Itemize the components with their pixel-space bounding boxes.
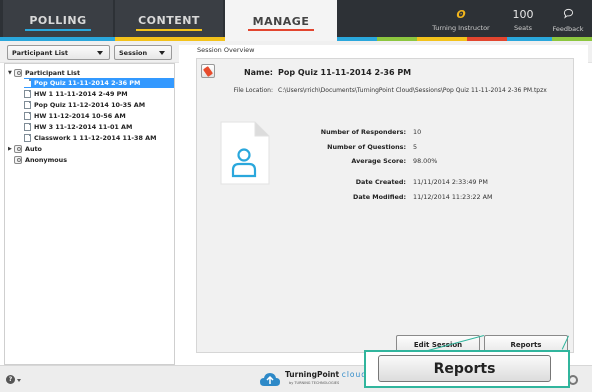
session-overview-heading: Session Overview (197, 46, 255, 54)
session-file-icon (24, 101, 31, 109)
file-location-label: File Location: (233, 87, 273, 94)
feedback-button[interactable]: Feedback (544, 0, 592, 41)
tab-manage-underline (248, 29, 314, 31)
stat-value-responders: 10 (413, 128, 422, 136)
tree-item-session[interactable]: Pop Quiz 11-11-2014 2-36 PM (24, 78, 174, 88)
stat-label-average-score: Average Score: (351, 157, 406, 165)
tab-polling-label: POLLING (29, 14, 87, 27)
group-icon (14, 156, 22, 164)
tree-group-auto[interactable]: ▶ Auto (8, 144, 42, 154)
stat-label-responders: Number of Responders: (320, 128, 406, 136)
pencil-icon (202, 66, 214, 77)
tab-polling-underline (25, 29, 91, 31)
participant-list-dropdown[interactable]: Participant List (7, 45, 110, 60)
tree-item-label: HW 1 11-11-2014 2-49 PM (34, 90, 128, 98)
stat-value-date-created: 11/11/2014 2:33:49 PM (413, 178, 488, 186)
brand-subtitle: by TURNING TECHNOLOGIES (289, 381, 340, 385)
edit-name-button[interactable] (201, 64, 215, 78)
tab-content-label: CONTENT (138, 14, 200, 27)
participant-list-dropdown-label: Participant List (12, 48, 68, 57)
turningpoint-cloud-logo-icon (259, 370, 281, 388)
chevron-down-icon[interactable] (17, 379, 21, 382)
seats-indicator[interactable]: 100 Seats (502, 0, 544, 41)
group-icon (14, 69, 22, 77)
stat-value-average-score: 98.00% (413, 157, 438, 165)
stat-value-date-modified: 11/12/2014 11:23:22 AM (413, 193, 493, 201)
tree-group-label: Anonymous (25, 156, 68, 164)
session-name-value: Pop Quiz 11-11-2014 2-36 PM (278, 68, 412, 77)
tree-item-session[interactable]: HW 11-12-2014 10-56 AM (24, 111, 126, 121)
turning-instructor-button[interactable]: ʘ Turning Instructor (418, 0, 504, 41)
tree-item-label: HW 3 11-12-2014 11-01 AM (34, 123, 133, 131)
help-icon[interactable]: ? (6, 375, 15, 384)
session-file-icon (24, 134, 31, 142)
name-label: Name: (243, 68, 273, 77)
reports-callout-button[interactable]: Reports (378, 355, 551, 382)
tab-manage-label: MANAGE (252, 14, 310, 28)
tree-item-label: HW 11-12-2014 10-56 AM (34, 112, 126, 120)
session-document-icon (220, 121, 270, 185)
chevron-down-icon (97, 51, 103, 55)
session-file-icon (24, 112, 31, 120)
session-file-icon (24, 79, 31, 87)
feedback-icon (563, 8, 574, 22)
session-details-box (196, 58, 574, 353)
stat-label-date-modified: Date Modified: (353, 193, 406, 201)
tree-group-label: Participant List (25, 69, 81, 77)
tab-manage[interactable]: MANAGE (225, 0, 337, 42)
tree-group-participant-list[interactable]: ▼ Participant List (8, 68, 80, 78)
stat-label-date-created: Date Created: (355, 178, 406, 186)
tab-polling[interactable]: POLLING (3, 0, 113, 41)
brand-main: TurningPoint (285, 370, 340, 379)
group-icon (14, 145, 22, 153)
tree-item-session[interactable]: Classwork 1 11-12-2014 11-38 AM (24, 133, 156, 143)
feedback-label: Feedback (552, 25, 584, 33)
stat-value-questions: 5 (413, 143, 418, 151)
session-dropdown[interactable]: Session (114, 45, 172, 60)
tree-item-session[interactable]: HW 1 11-11-2014 2-49 PM (24, 89, 128, 99)
instructor-label: Turning Instructor (432, 24, 490, 32)
seats-count: 100 (512, 8, 534, 21)
tree-group-label: Auto (25, 145, 42, 153)
stat-label-questions: Number of Questions: (327, 143, 406, 151)
session-file-icon (24, 123, 31, 131)
chevron-down-icon (159, 51, 165, 55)
tree-item-label: Classwork 1 11-12-2014 11-38 AM (34, 134, 157, 142)
brand-name: TurningPoint cloud (285, 370, 367, 379)
tree-item-label: Pop Quiz 11-12-2014 10-35 AM (34, 101, 146, 109)
seats-label: Seats (513, 24, 533, 32)
turning-logo-icon: ʘ (456, 8, 466, 21)
session-dropdown-label: Session (119, 48, 148, 57)
tree-group-anonymous[interactable]: Anonymous (8, 155, 67, 165)
tab-content-underline (136, 29, 202, 31)
file-location-value: C:\Users\rrich\Documents\TurningPoint Cl… (278, 87, 547, 94)
tree-item-session[interactable]: Pop Quiz 11-12-2014 10-35 AM (24, 100, 145, 110)
tab-content[interactable]: CONTENT (115, 0, 223, 41)
tree-item-session[interactable]: HW 3 11-12-2014 11-01 AM (24, 122, 132, 132)
tree-item-label: Pop Quiz 11-11-2014 2-36 PM (34, 79, 141, 87)
session-file-icon (24, 90, 31, 98)
